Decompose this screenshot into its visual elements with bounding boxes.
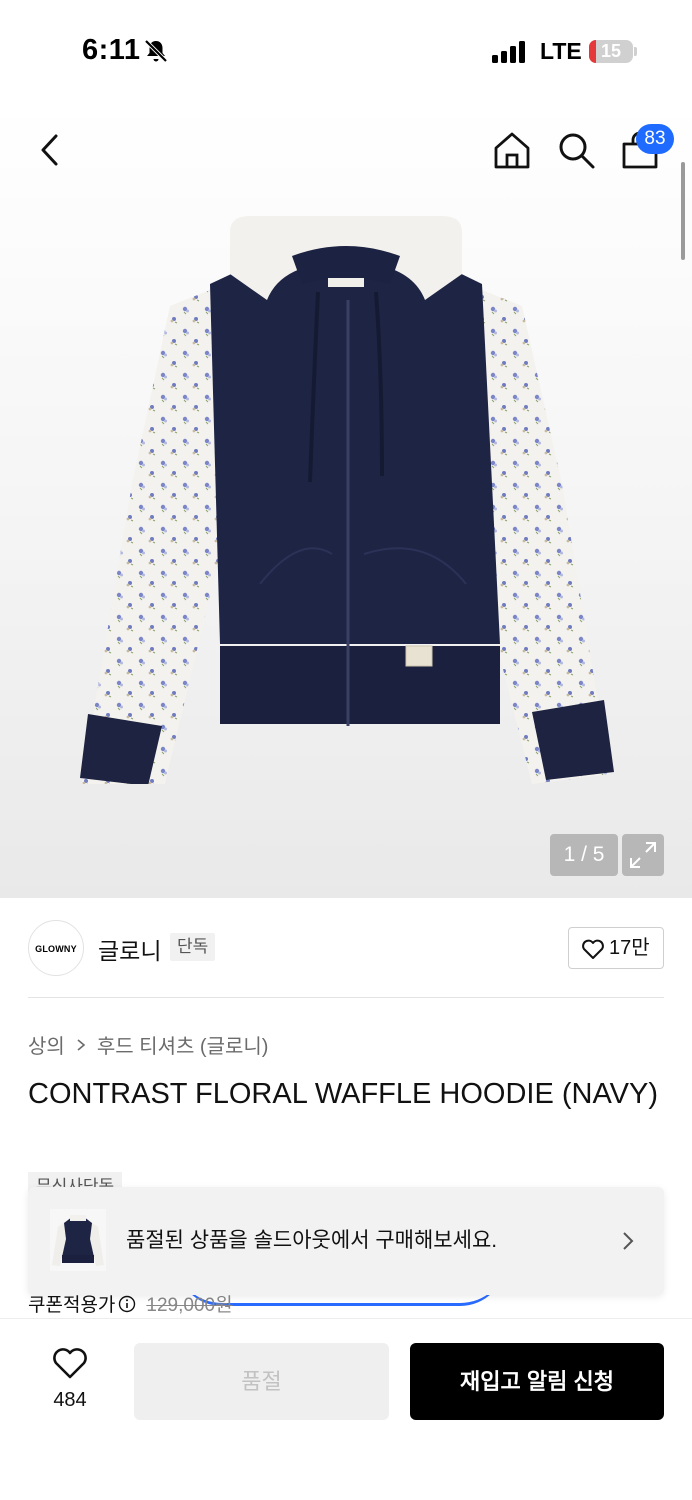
chevron-right-icon — [623, 1232, 634, 1250]
product-gallery[interactable]: 83 1 / 5 — [0, 104, 692, 898]
soldout-banner[interactable]: 품절된 상품을 솔드아웃에서 구매해보세요. — [28, 1187, 664, 1295]
brand-exclusive-tag: 단독 — [170, 933, 216, 961]
brand-logo[interactable]: GLOWNY — [28, 920, 84, 976]
network-type: LTE — [540, 38, 582, 64]
brand-name[interactable]: 글로니 — [98, 932, 161, 966]
brand-like-button[interactable]: 17만 — [568, 927, 664, 969]
back-icon[interactable] — [34, 130, 66, 170]
restock-alert-button[interactable]: 재입고 알림 신청 — [410, 1343, 664, 1420]
home-icon[interactable] — [492, 130, 532, 170]
search-icon[interactable] — [556, 130, 596, 170]
brand-like-count: 17만 — [609, 937, 650, 959]
expand-image-button[interactable] — [622, 834, 664, 876]
battery-nub — [634, 47, 637, 56]
product-thumbnail — [50, 1209, 106, 1271]
breadcrumb: 상의 후드 티셔츠 (글로니) — [28, 1030, 268, 1059]
wishlist-count: 484 — [53, 1389, 87, 1411]
breadcrumb-subcategory[interactable]: 후드 티셔츠 (글로니) — [97, 1030, 269, 1059]
soldout-button[interactable]: 품절 — [134, 1343, 389, 1420]
heart-icon — [582, 939, 604, 959]
bottom-action-bar: 484 품절 재입고 알림 신청 — [0, 1318, 692, 1500]
top-nav: 83 — [0, 104, 692, 196]
brand-row: GLOWNY 글로니 단독 17만 — [0, 898, 692, 998]
heart-icon — [53, 1348, 87, 1379]
status-bar: 6:11 LTE 15 — [0, 0, 692, 104]
bell-muted-icon — [144, 39, 168, 63]
soldout-banner-text: 품절된 상품을 솔드아웃에서 구매해보세요. — [126, 1229, 498, 1252]
chevron-right-icon — [77, 1038, 86, 1051]
breadcrumb-category[interactable]: 상의 — [28, 1030, 65, 1059]
product-image[interactable] — [70, 214, 622, 784]
status-time: 6:11 — [82, 34, 141, 66]
wishlist-button[interactable]: 484 — [34, 1345, 106, 1415]
expand-icon — [630, 842, 656, 868]
signal-icon — [492, 41, 525, 63]
image-counter: 1 / 5 — [550, 834, 618, 876]
cart-count-badge: 83 — [636, 124, 674, 154]
info-icon[interactable] — [118, 1295, 136, 1313]
battery-icon: 15 — [589, 40, 633, 63]
divider — [28, 997, 664, 998]
product-title: CONTRAST FLORAL WAFFLE HOODIE (NAVY) — [28, 1078, 659, 1110]
battery-percent: 15 — [600, 41, 622, 61]
